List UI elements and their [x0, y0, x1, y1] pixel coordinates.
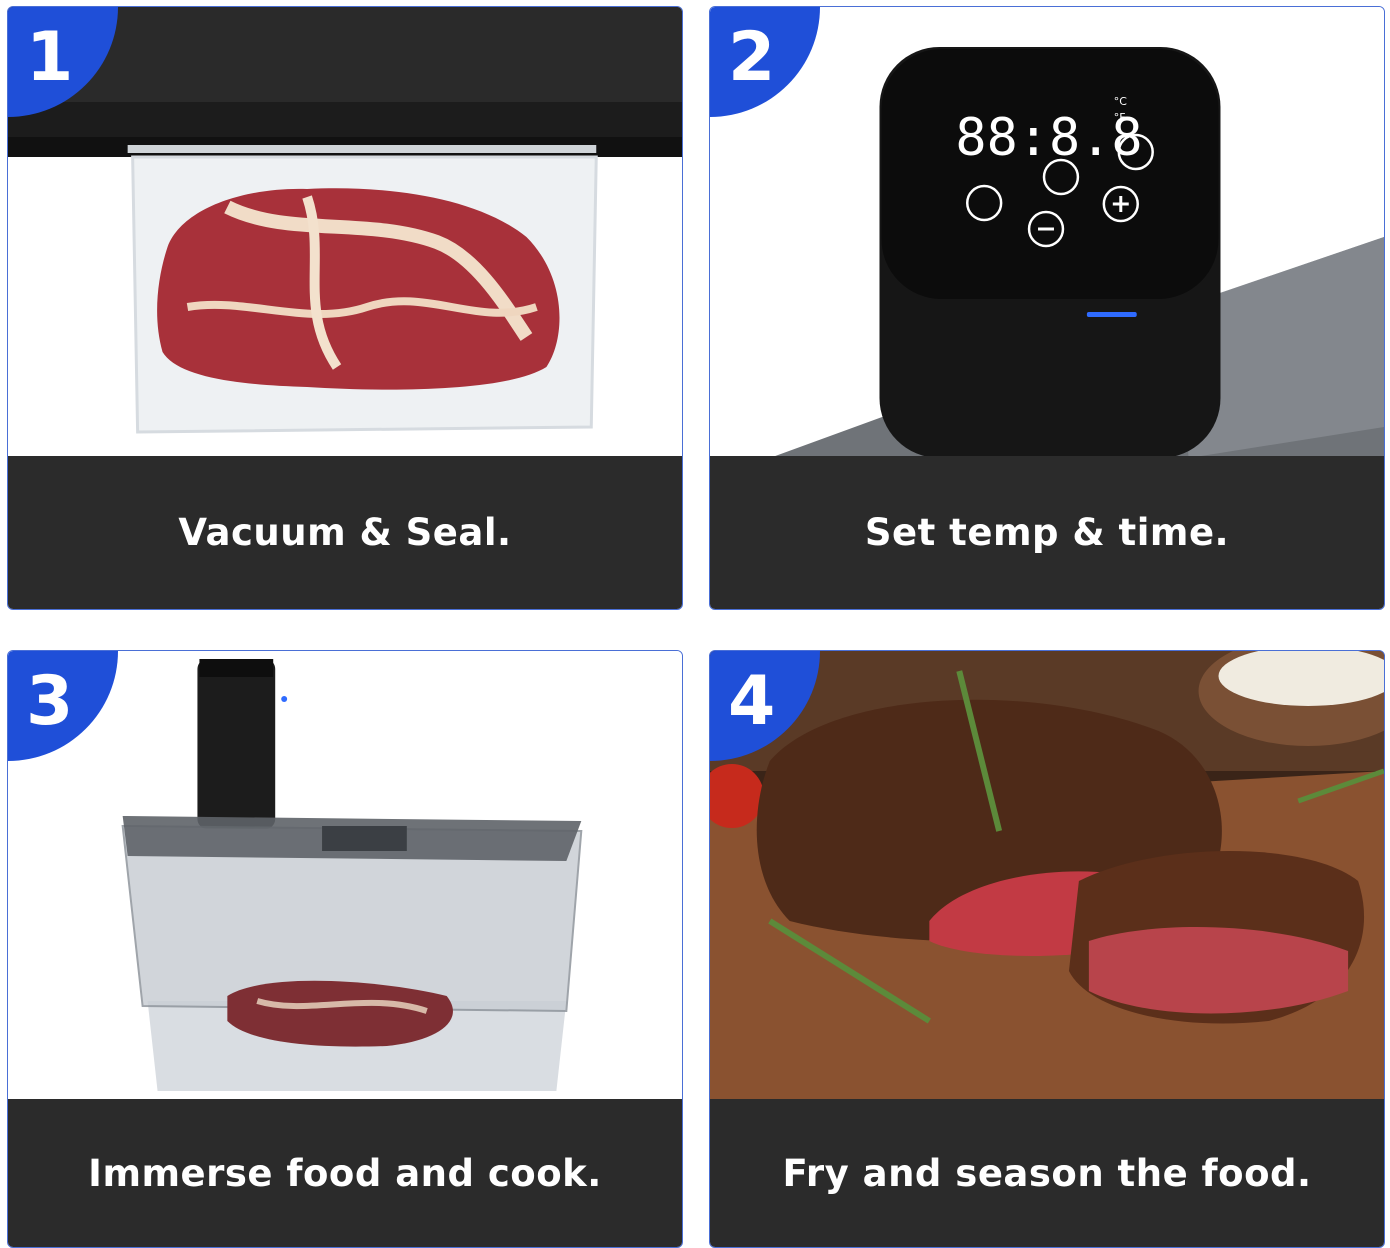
step-caption: Fry and season the food.	[782, 1151, 1312, 1195]
svg-text:°F: °F	[1114, 111, 1126, 124]
caption-bar: Vacuum & Seal.	[8, 456, 682, 609]
caption-bar: Set temp & time.	[710, 456, 1384, 609]
step-number-badge: 3	[8, 651, 118, 761]
step-card-3: 3 Immerse food and cook.	[7, 650, 683, 1248]
step-number-badge: 2	[710, 7, 820, 117]
caption-bar: Immerse food and cook.	[8, 1099, 682, 1247]
step-card-1: 1 Vacuum & Seal.	[7, 6, 683, 610]
step-caption: Vacuum & Seal.	[178, 511, 512, 554]
step-caption: Immerse food and cook.	[88, 1151, 602, 1195]
step-card-2: 88:8.8 °C °F 2 Set temp & time.	[709, 6, 1385, 610]
caption-bar: Fry and season the food.	[710, 1099, 1384, 1247]
svg-text:°C: °C	[1114, 95, 1127, 108]
step-card-4: 4 Fry and season the food.	[709, 650, 1385, 1248]
step-number-badge: 1	[8, 7, 118, 117]
step-caption: Set temp & time.	[864, 511, 1230, 554]
step-number-badge: 4	[710, 651, 820, 761]
